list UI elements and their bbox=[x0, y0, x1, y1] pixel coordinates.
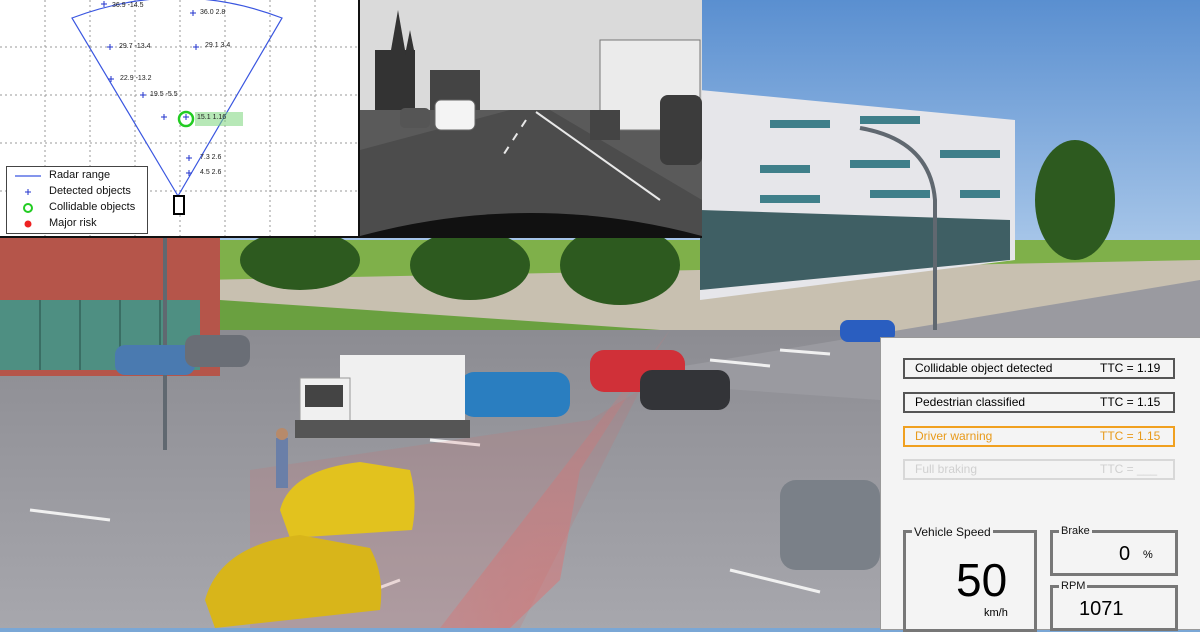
target-label: 4.5 2.6 bbox=[200, 169, 222, 176]
hud-row-pedestrian: Pedestrian classified TTC = 1.15 bbox=[903, 392, 1175, 413]
radar-legend: Radar range Detected objects Collidable … bbox=[6, 166, 148, 234]
detected-marker bbox=[186, 170, 192, 176]
camera-view bbox=[360, 0, 702, 238]
target-label: 7.3 2.6 bbox=[200, 154, 222, 161]
radar-plot: 36.9 -14.5 36.0 2.8 29.7 -13.4 29.1 3.4 … bbox=[0, 0, 360, 238]
speed-unit: km/h bbox=[984, 607, 1008, 619]
legend-major-risk: Major risk bbox=[7, 216, 147, 232]
target-label: 19.5 -5.5 bbox=[150, 91, 178, 98]
detected-marker bbox=[190, 10, 196, 16]
target-label: 29.7 -13.4 bbox=[119, 43, 151, 50]
hud-row-driver-warning: Driver warning TTC = 1.15 bbox=[903, 426, 1175, 447]
hud-row-collidable: Collidable object detected TTC = 1.19 bbox=[903, 358, 1175, 379]
target-label: 36.9 -14.5 bbox=[112, 2, 144, 9]
detected-marker bbox=[140, 92, 146, 98]
brake-value: 0 bbox=[1119, 543, 1131, 565]
detected-marker bbox=[193, 44, 199, 50]
target-label: 29.1 3.4 bbox=[205, 42, 231, 49]
brake-gauge: Brake 0 % bbox=[1050, 525, 1178, 576]
hud-row-full-braking: Full braking TTC = ___ bbox=[903, 459, 1175, 480]
detected-marker bbox=[107, 44, 113, 50]
brake-unit: % bbox=[1143, 549, 1153, 561]
target-label: 15.1 1.16 bbox=[197, 114, 227, 121]
target-label: 36.0 2.8 bbox=[200, 9, 226, 16]
legend-collidable: Collidable objects bbox=[7, 200, 147, 216]
legend-detected: Detected objects bbox=[25, 185, 131, 197]
rpm-gauge: RPM 1071 bbox=[1050, 580, 1178, 631]
legend-radar-range: Radar range bbox=[15, 169, 111, 181]
detected-marker bbox=[183, 114, 189, 120]
rpm-title: RPM bbox=[1059, 580, 1088, 592]
grayscale-camera-image bbox=[360, 0, 702, 236]
rpm-value: 1071 bbox=[1079, 598, 1124, 620]
detected-marker bbox=[161, 114, 167, 120]
brake-title: Brake bbox=[1059, 525, 1092, 537]
detected-marker bbox=[101, 1, 107, 7]
speed-gauge: Vehicle Speed 50 km/h bbox=[903, 525, 1037, 632]
ego-vehicle-marker bbox=[173, 195, 185, 215]
speed-value: 50 bbox=[956, 554, 1008, 606]
speed-title: Vehicle Speed bbox=[912, 525, 993, 539]
detected-marker bbox=[186, 155, 192, 161]
target-label: 22.9 -13.2 bbox=[120, 75, 152, 82]
driver-assist-hud: Collidable object detected TTC = 1.19 Pe… bbox=[880, 337, 1200, 632]
